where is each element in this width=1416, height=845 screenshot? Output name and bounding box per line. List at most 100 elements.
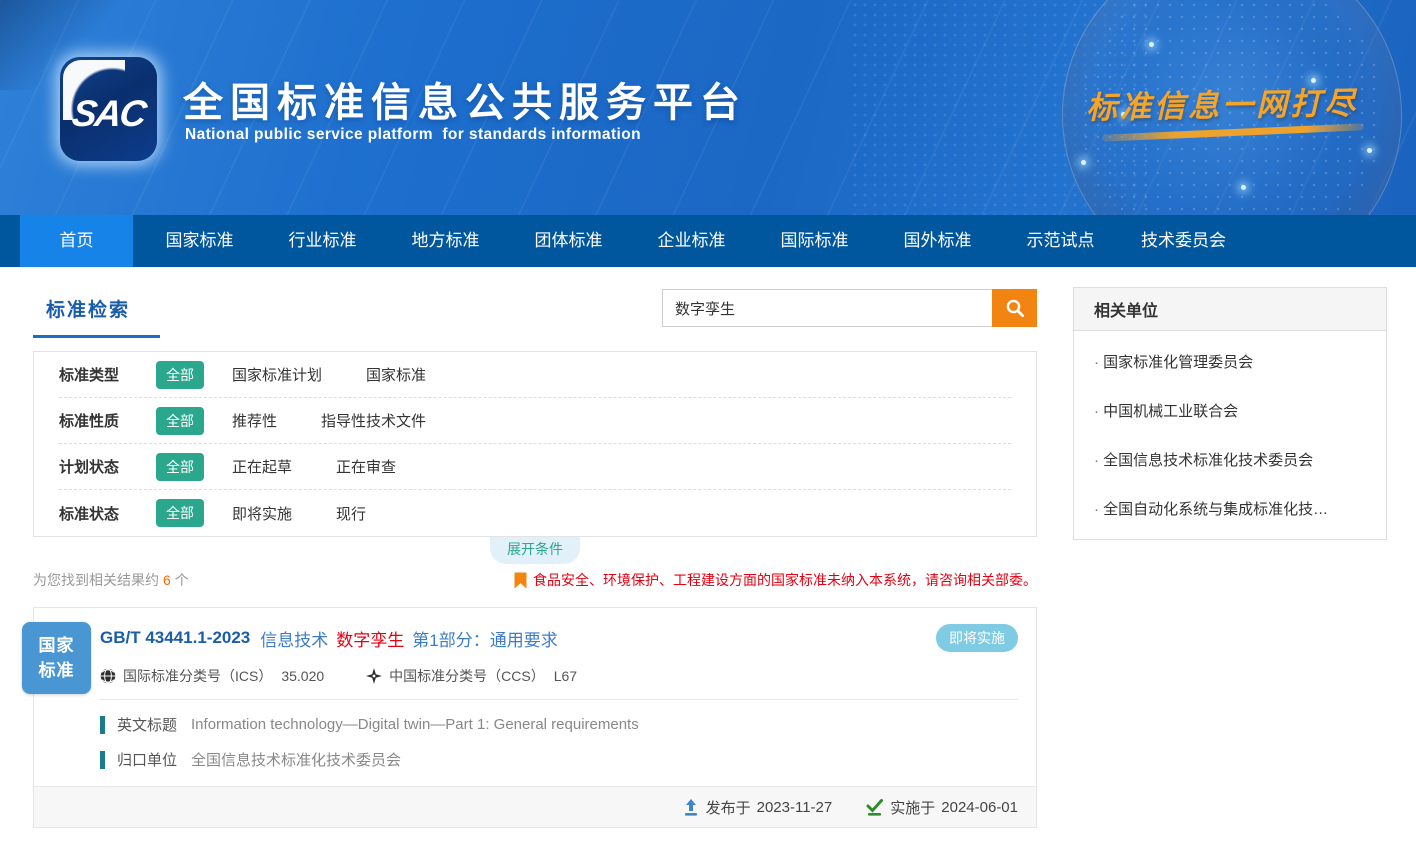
filter-option[interactable]: 正在审查 xyxy=(336,456,396,477)
standard-code-link[interactable]: GB/T 43441.1-2023 xyxy=(100,628,250,648)
nav-item-national-standards[interactable]: 国家标准 xyxy=(143,215,256,267)
site-header: SAC 全国标准信息公共服务平台 National public service… xyxy=(0,0,1416,215)
notice-text: 食品安全、环境保护、工程建设方面的国家标准未纳入本系统，请咨询相关部委。 xyxy=(533,570,1037,590)
results-meta-row: 为您找到相关结果约6个 食品安全、环境保护、工程建设方面的国家标准未纳入本系统，… xyxy=(33,570,1037,590)
publish-upload-icon xyxy=(683,799,699,816)
search-icon xyxy=(1005,298,1025,318)
standard-title-highlight[interactable]: 数字孪生 xyxy=(336,626,404,651)
result-count-number: 6 xyxy=(163,572,171,588)
english-title-row: 英文标题 Information technology—Digital twin… xyxy=(100,714,1018,735)
nav-item-industry-standards[interactable]: 行业标准 xyxy=(266,215,379,267)
filter-option[interactable]: 国家标准 xyxy=(366,364,426,385)
ics-label: 国际标准分类号（ICS） xyxy=(123,666,272,686)
sac-logo[interactable]: SAC xyxy=(60,57,157,161)
filter-label: 标准类型 xyxy=(59,364,156,385)
filter-option[interactable]: 指导性技术文件 xyxy=(321,410,426,431)
page-content: 标准检索 标准类型 全部 国家标准计划 国家标准 标准性质 全部 推荐性 xyxy=(0,267,1416,828)
nav-item-enterprise-standards[interactable]: 企业标准 xyxy=(635,215,748,267)
card-separator xyxy=(100,699,1018,700)
ccs-group: 中国标准分类号（CCS） L67 xyxy=(366,666,577,686)
search-group xyxy=(662,289,1037,327)
related-unit-link[interactable]: 全国自动化系统与集成标准化技… xyxy=(1074,484,1386,533)
standard-title-suffix[interactable]: 第1部分：通用要求 xyxy=(412,626,557,651)
sidebar: 相关单位 国家标准化管理委员会 中国机械工业联合会 全国信息技术标准化技术委员会… xyxy=(1073,287,1387,828)
publish-date-group: 发布于 2023-11-27 xyxy=(683,797,833,818)
filter-selected-all-badge[interactable]: 全部 xyxy=(156,453,204,481)
related-units-panel: 相关单位 国家标准化管理委员会 中国机械工业联合会 全国信息技术标准化技术委员会… xyxy=(1073,287,1387,540)
implement-date: 2024-06-01 xyxy=(941,799,1018,816)
ccs-label: 中国标准分类号（CCS） xyxy=(389,666,545,686)
filter-label: 标准状态 xyxy=(59,503,156,524)
nav-item-foreign-standards[interactable]: 国外标准 xyxy=(881,215,994,267)
filter-option[interactable]: 推荐性 xyxy=(232,410,277,431)
card-head: GB/T 43441.1-2023 信息技术 数字孪生 第1部分：通用要求 即将… xyxy=(34,608,1036,686)
filter-option[interactable]: 即将实施 xyxy=(232,503,292,524)
type-badge-line2: 标准 xyxy=(39,658,75,683)
result-count: 为您找到相关结果约6个 xyxy=(33,570,189,590)
nav-item-international-standards[interactable]: 国际标准 xyxy=(758,215,871,267)
committee-label: 归口单位 xyxy=(117,749,177,770)
main-column: 标准检索 标准类型 全部 国家标准计划 国家标准 标准性质 全部 推荐性 xyxy=(33,287,1037,828)
filter-row-plan-status: 计划状态 全部 正在起草 正在审查 xyxy=(59,444,1011,490)
filter-option[interactable]: 正在起草 xyxy=(232,456,292,477)
spark-decoration xyxy=(1081,160,1086,165)
spark-decoration xyxy=(1367,148,1372,153)
implement-check-icon xyxy=(866,799,883,816)
nav-item-pilot[interactable]: 示范试点 xyxy=(1004,215,1117,267)
filter-label: 计划状态 xyxy=(59,456,156,477)
search-button[interactable] xyxy=(992,289,1037,327)
english-title-label: 英文标题 xyxy=(117,714,177,735)
expand-conditions-button[interactable]: 展开条件 xyxy=(490,537,580,564)
committee-value: 全国信息技术标准化技术委员会 xyxy=(191,749,401,770)
search-input[interactable] xyxy=(662,289,992,327)
filter-selected-all-badge[interactable]: 全部 xyxy=(156,361,204,389)
committee-row: 归口单位 全国信息技术标准化技术委员会 xyxy=(100,749,1018,770)
result-count-prefix: 为您找到相关结果约 xyxy=(33,572,159,588)
filter-option[interactable]: 国家标准计划 xyxy=(232,364,322,385)
section-title-standard-search: 标准检索 xyxy=(33,287,160,338)
spark-decoration xyxy=(1241,185,1246,190)
status-badge-upcoming: 即将实施 xyxy=(936,624,1018,652)
system-notice: 食品安全、环境保护、工程建设方面的国家标准未纳入本系统，请咨询相关部委。 xyxy=(514,570,1037,590)
related-unit-link[interactable]: 中国机械工业联合会 xyxy=(1074,386,1386,435)
related-unit-link[interactable]: 国家标准化管理委员会 xyxy=(1074,337,1386,386)
main-nav: 首页 国家标准 行业标准 地方标准 团体标准 企业标准 国际标准 国外标准 示范… xyxy=(0,215,1416,267)
standard-title-prefix[interactable]: 信息技术 xyxy=(260,626,328,651)
filter-selected-all-badge[interactable]: 全部 xyxy=(156,407,204,435)
filter-box: 标准类型 全部 国家标准计划 国家标准 标准性质 全部 推荐性 指导性技术文件 … xyxy=(33,351,1037,537)
compass-icon xyxy=(366,668,382,684)
card-title-row: GB/T 43441.1-2023 信息技术 数字孪生 第1部分：通用要求 即将… xyxy=(100,624,1018,652)
site-subtitle: National public service platform for sta… xyxy=(185,126,641,144)
filter-selected-all-badge[interactable]: 全部 xyxy=(156,499,204,527)
main-nav-list: 首页 国家标准 行业标准 地方标准 团体标准 企业标准 国际标准 国外标准 示范… xyxy=(0,215,1416,267)
teal-bar-decoration xyxy=(100,751,105,769)
publish-label: 发布于 xyxy=(706,797,751,818)
related-unit-link[interactable]: 全国信息技术标准化技术委员会 xyxy=(1074,435,1386,484)
teal-bar-decoration xyxy=(100,716,105,734)
implement-date-group: 实施于 2024-06-01 xyxy=(866,797,1018,818)
spark-decoration xyxy=(1149,42,1154,47)
ccs-value: L67 xyxy=(554,668,577,684)
header-slogan: 标准信息一网打尽 xyxy=(1086,78,1359,128)
nav-item-local-standards[interactable]: 地方标准 xyxy=(389,215,502,267)
result-count-suffix: 个 xyxy=(175,572,189,588)
nav-item-home[interactable]: 首页 xyxy=(20,215,133,267)
related-units-title: 相关单位 xyxy=(1074,288,1386,331)
site-title: 全国标准信息公共服务平台 xyxy=(183,70,747,128)
filter-row-standard-nature: 标准性质 全部 推荐性 指导性技术文件 xyxy=(59,398,1011,444)
national-standard-type-badge: 国家 标准 xyxy=(22,622,91,694)
nav-item-group-standards[interactable]: 团体标准 xyxy=(512,215,625,267)
card-footer: 发布于 2023-11-27 实施于 2024-06-01 xyxy=(34,786,1036,827)
english-title-value: Information technology—Digital twin—Part… xyxy=(191,716,639,733)
filter-option[interactable]: 现行 xyxy=(336,503,366,524)
standard-result-card: 国家 标准 GB/T 43441.1-2023 信息技术 数字孪生 第1部分：通… xyxy=(33,607,1037,828)
bookmark-icon xyxy=(514,572,527,589)
nav-item-technical-committee[interactable]: 技术委员会 xyxy=(1127,215,1240,267)
classification-row: 国际标准分类号（ICS） 35.020 中国标准分类号（CCS） L67 xyxy=(100,666,1018,686)
ics-value: 35.020 xyxy=(281,668,324,684)
filter-row-standard-status: 标准状态 全部 即将实施 现行 xyxy=(59,490,1011,536)
related-units-list: 国家标准化管理委员会 中国机械工业联合会 全国信息技术标准化技术委员会 全国自动… xyxy=(1074,331,1386,539)
search-section: 标准检索 xyxy=(33,287,1037,338)
globe-icon xyxy=(100,668,116,684)
filter-label: 标准性质 xyxy=(59,410,156,431)
